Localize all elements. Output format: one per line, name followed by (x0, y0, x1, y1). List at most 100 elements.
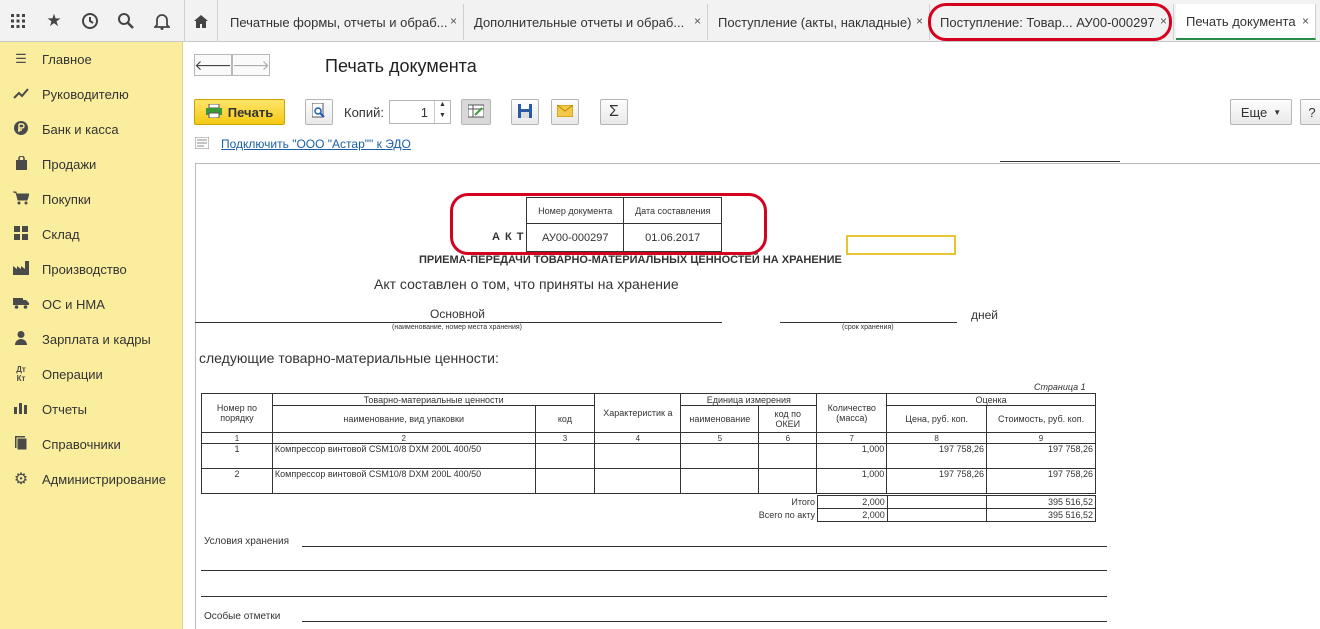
conditions-line (201, 570, 1107, 571)
sidebar-item-salary[interactable]: Зарплата и кадры (0, 324, 183, 354)
close-icon[interactable]: × (916, 14, 923, 28)
tab-label: Печать документа (1186, 13, 1296, 29)
save-button[interactable] (511, 99, 539, 125)
notifications-bell-icon[interactable] (144, 0, 180, 42)
book-icon (0, 435, 42, 453)
tab-additional-reports[interactable]: Дополнительные отчеты и обраб... × (464, 4, 708, 40)
sum-button[interactable]: Σ (600, 99, 628, 125)
following-text: следующие товарно-материальные ценности: (199, 350, 499, 366)
history-icon[interactable] (72, 0, 108, 42)
sidebar-item-administration[interactable]: ⚙ Администрирование (0, 464, 183, 494)
col-number: 7 (816, 432, 888, 444)
copies-stepper[interactable]: 1 ▲ ▼ (389, 100, 451, 124)
row-name: Компрессор винтовой CSM10/8 DXM 200L 400… (271, 468, 536, 494)
sidebar-item-sales[interactable]: Продажи (0, 149, 183, 179)
sidebar: ☰ Главное Руководителю Банк и касса Прода… (0, 42, 183, 629)
sidebar-item-label: Банк и касса (42, 121, 119, 137)
send-email-button[interactable] (551, 99, 579, 125)
col-header-tmc: Товарно-материальные ценности (271, 393, 596, 406)
storage-place-line (195, 322, 722, 323)
print-button[interactable]: Печать (194, 99, 285, 125)
sidebar-item-warehouse[interactable]: Склад (0, 219, 183, 249)
sidebar-item-main[interactable]: ☰ Главное (0, 44, 183, 74)
close-icon[interactable]: × (1302, 14, 1309, 28)
help-button-label: ? (1308, 104, 1316, 120)
page-number: Страница 1 (1034, 382, 1086, 392)
row-qty: 1,000 (816, 468, 888, 494)
total-price (886, 495, 988, 509)
copies-label: Копий: (344, 105, 384, 120)
sigma-icon: Σ (609, 103, 619, 120)
sidebar-item-label: Операции (42, 366, 103, 382)
favorites-star-icon[interactable]: ★ (36, 0, 72, 42)
storage-place: Основной (430, 307, 486, 321)
sidebar-item-label: Склад (42, 226, 80, 242)
totals-table: Итого 2,000 395 516,52 Всего по акту 2,0… (690, 495, 1096, 522)
col-header-name: наименование, вид упаковки (271, 405, 536, 433)
col-header-qty: Количество (масса) (816, 393, 888, 433)
dtkt-icon: Дт Кт (16, 365, 26, 383)
person-icon (0, 330, 42, 348)
bag-icon (0, 154, 42, 173)
help-button[interactable]: ? (1300, 99, 1320, 125)
row-qty: 1,000 (816, 443, 888, 469)
sidebar-item-bank[interactable]: Банк и касса (0, 114, 183, 144)
row-name: Компрессор винтовой CSM10/8 DXM 200L 400… (271, 443, 536, 469)
row-code (534, 443, 596, 469)
sidebar-item-manager[interactable]: Руководителю (0, 79, 183, 109)
sidebar-item-operations[interactable]: Дт Кт Операции (0, 359, 183, 389)
close-icon[interactable]: × (694, 14, 701, 28)
gear-icon: ⚙ (13, 471, 29, 488)
selected-cell[interactable] (846, 235, 956, 255)
col-header-code: код (534, 405, 596, 433)
stepper-up-icon[interactable]: ▲ (434, 101, 450, 112)
grand-total-label: Всего по акту (758, 510, 816, 520)
col-number: 2 (271, 432, 536, 444)
forward-button[interactable]: 🡒 (232, 54, 270, 76)
tab-print-document[interactable]: Печать документа × (1176, 4, 1316, 40)
conditions-line (201, 596, 1107, 597)
tab-label: Дополнительные отчеты и обраб... (474, 14, 685, 30)
col-header-num: Номер по порядку (201, 393, 273, 433)
row-okei (758, 443, 818, 469)
grand-total-price (886, 508, 988, 522)
back-button[interactable]: 🡐 (194, 54, 232, 76)
stepper-down-icon[interactable]: ▼ (434, 112, 450, 123)
sidebar-item-label: Главное (42, 51, 92, 67)
col-header-eval: Оценка (886, 393, 1096, 406)
edo-connect-link[interactable]: Подключить "ООО "Астар"" к ЭДО (221, 137, 411, 151)
truck-icon (0, 297, 42, 312)
factory-icon (0, 260, 42, 278)
more-button[interactable]: Еще ▼ (1230, 99, 1292, 125)
apps-grid-icon[interactable] (0, 0, 36, 42)
col-number: 9 (986, 432, 1096, 444)
sidebar-item-reports[interactable]: Отчеты (0, 394, 183, 424)
tab-receipts-list[interactable]: Поступление (акты, накладные) × (708, 4, 930, 40)
tab-label: Печатные формы, отчеты и обраб... (230, 14, 448, 30)
sidebar-item-purchases[interactable]: Покупки (0, 184, 183, 214)
home-icon[interactable] (184, 0, 218, 42)
grand-total-qty: 2,000 (817, 508, 888, 522)
doc-subtitle: ПРИЕМА-ПЕРЕДАЧИ ТОВАРНО-МАТЕРИАЛЬНЫХ ЦЕН… (419, 254, 842, 266)
edit-mode-button[interactable] (461, 99, 491, 125)
bar-chart-icon (0, 401, 42, 417)
tab-print-forms[interactable]: Печатные формы, отчеты и обраб... × (220, 4, 464, 40)
col-number: 4 (594, 432, 682, 444)
search-icon[interactable] (108, 0, 144, 42)
total-cost: 395 516,52 (986, 495, 1096, 509)
row-num: 2 (201, 468, 273, 494)
col-header-char: Характеристик а (594, 393, 682, 433)
days-label: дней (971, 308, 999, 322)
menu-icon: ☰ (15, 51, 27, 66)
close-icon[interactable]: × (450, 14, 457, 28)
row-code (534, 468, 596, 494)
sidebar-item-fixed-assets[interactable]: ОС и НМА (0, 289, 183, 319)
col-header-unit-name: наименование (680, 405, 760, 433)
col-number: 6 (758, 432, 818, 444)
col-number: 5 (680, 432, 760, 444)
page-title: Печать документа (325, 56, 477, 76)
row-okei (758, 468, 818, 494)
preview-button[interactable] (305, 99, 333, 125)
sidebar-item-directories[interactable]: Справочники (0, 429, 183, 459)
sidebar-item-production[interactable]: Производство (0, 254, 183, 284)
